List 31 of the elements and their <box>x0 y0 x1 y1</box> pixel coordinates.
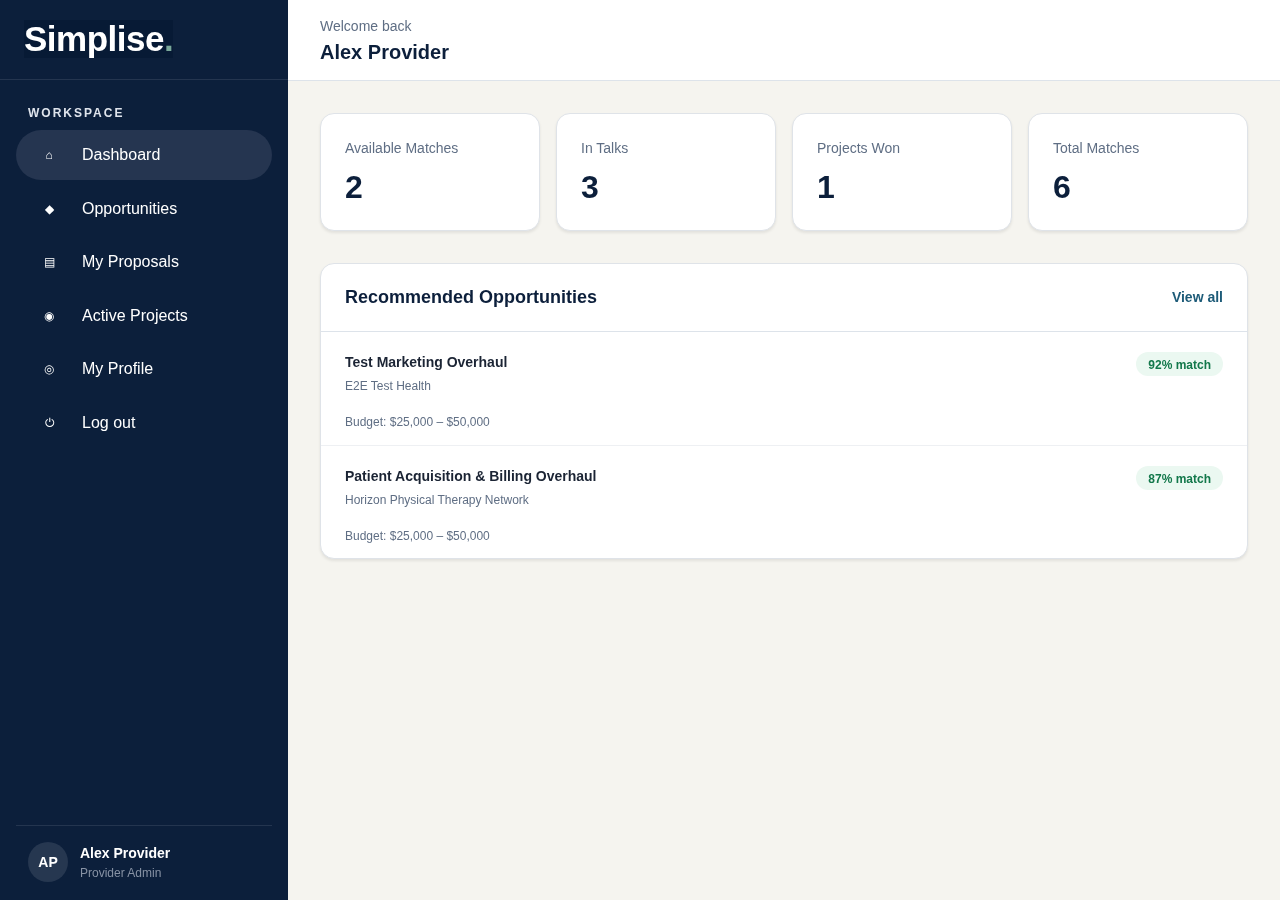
stat-label: Total Matches <box>1053 139 1141 158</box>
stat-label: In Talks <box>581 139 630 158</box>
match-badge: 92% match <box>1136 352 1223 376</box>
user-role: Provider Admin <box>80 864 163 882</box>
logo: Simplise. <box>24 20 174 58</box>
nav-item[interactable]: ⏻ Log out <box>16 397 272 448</box>
stat-label: Projects Won <box>817 139 901 158</box>
client-name: Horizon Physical Therapy Network <box>345 492 530 509</box>
opportunity-title: Patient Acquisition & Billing Overhaul <box>345 467 597 486</box>
nav-item[interactable]: ▤ My Proposals <box>16 237 272 287</box>
user-name: Alex Provider <box>80 843 171 863</box>
client-name: E2E Test Health <box>345 378 432 395</box>
stat-value: 1 <box>817 168 836 207</box>
budget-text: Budget: $25,000 – $50,000 <box>345 528 491 545</box>
stat-label: Available Matches <box>345 139 460 158</box>
section-label: WORKSPACE <box>27 105 126 122</box>
opportunity-title: Test Marketing Overhaul <box>345 353 508 372</box>
stat-value: 6 <box>1053 168 1072 207</box>
nav-item[interactable]: ⌂ Dashboard <box>16 130 272 180</box>
avatar: AP <box>28 842 68 882</box>
stat-value: 2 <box>345 168 364 207</box>
view-all-link[interactable]: View all <box>1171 287 1223 308</box>
stat-value: 3 <box>581 168 600 207</box>
budget-text: Budget: $25,000 – $50,000 <box>345 414 491 431</box>
user-name: Alex Provider <box>320 40 450 65</box>
card-title: Recommended Opportunities <box>345 286 598 309</box>
greeting: Welcome back <box>320 17 413 36</box>
match-badge: 87% match <box>1136 466 1223 490</box>
nav-item[interactable]: ◉ Active Projects <box>16 290 272 341</box>
nav-item[interactable]: ◆ Opportunities <box>16 183 272 234</box>
nav-item[interactable]: ◎ My Profile <box>16 344 272 394</box>
